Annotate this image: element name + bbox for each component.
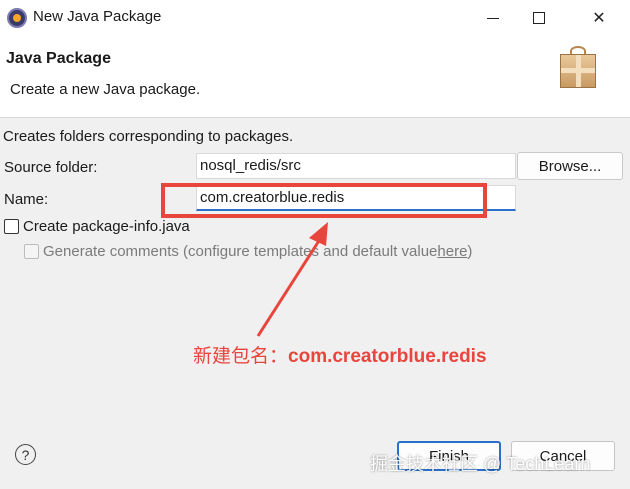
name-label: Name: bbox=[4, 191, 49, 208]
close-icon: ✕ bbox=[592, 10, 606, 27]
minimize-icon bbox=[487, 17, 499, 19]
page-title: Java Package bbox=[6, 50, 111, 67]
create-package-info-label: Create package-info.java bbox=[23, 218, 190, 235]
generate-comments-label: Generate comments (configure templates a… bbox=[43, 243, 438, 260]
annotation-label: 新建包名：com.creatorblue.redis bbox=[193, 341, 487, 368]
annotation-value: com.creatorblue.redis bbox=[288, 346, 487, 367]
generate-comments-checkbox: Generate comments (configure templates a… bbox=[24, 243, 472, 260]
window-title: New Java Package bbox=[33, 8, 162, 25]
configure-templates-link[interactable]: here bbox=[437, 243, 467, 260]
watermark: 掘金技术社区 @ TechLearn bbox=[370, 454, 591, 474]
page-description: Create a new Java package. bbox=[10, 81, 201, 98]
browse-button[interactable]: Browse... bbox=[517, 152, 623, 180]
help-icon: ? bbox=[21, 446, 30, 463]
info-text: Creates folders corresponding to package… bbox=[3, 128, 294, 145]
minimize-button[interactable] bbox=[470, 0, 516, 36]
wizard-header: Java Package Create a new Java package. bbox=[0, 36, 630, 118]
annotation-prefix: 新建包名： bbox=[193, 346, 289, 367]
package-wizard-icon bbox=[560, 46, 598, 88]
annotation-highlight-box bbox=[161, 183, 487, 218]
close-button[interactable]: ✕ bbox=[576, 0, 622, 36]
maximize-button[interactable] bbox=[516, 0, 562, 36]
eclipse-app-icon bbox=[7, 8, 27, 28]
source-folder-label: Source folder: bbox=[4, 159, 98, 176]
create-package-info-checkbox[interactable]: Create package-info.java bbox=[4, 218, 190, 235]
help-button[interactable]: ? bbox=[15, 444, 36, 465]
generate-comments-suffix: ) bbox=[467, 243, 473, 260]
checkbox-box[interactable] bbox=[4, 219, 19, 234]
source-folder-input[interactable]: nosql_redis/src bbox=[196, 153, 516, 179]
checkbox-box-disabled bbox=[24, 244, 39, 259]
maximize-icon bbox=[533, 12, 545, 24]
title-bar: New Java Package ✕ bbox=[0, 0, 630, 36]
